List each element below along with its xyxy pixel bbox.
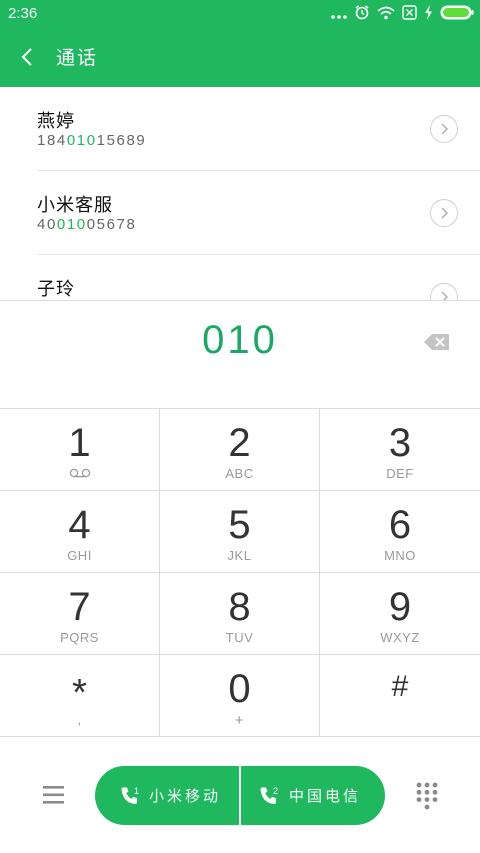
- contact-detail-button[interactable]: [430, 199, 458, 227]
- key-letters: PQRS: [60, 630, 99, 645]
- key-letters: TUV: [225, 630, 254, 645]
- key-3[interactable]: 3 DEF: [320, 409, 480, 491]
- key-digit: #: [391, 670, 409, 703]
- menu-icon: [43, 786, 64, 804]
- key-digit: 2: [228, 421, 251, 465]
- call-sim1-label: 小米移动: [149, 787, 222, 805]
- key-hash[interactable]: #: [320, 655, 480, 737]
- key-digit: 8: [228, 585, 251, 629]
- battery-icon: [440, 5, 474, 24]
- key-9[interactable]: 9 WXYZ: [320, 573, 480, 655]
- key-letters: JKL: [227, 548, 252, 563]
- call-sim2-button[interactable]: 2 中国电信: [241, 766, 385, 825]
- bottom-action-bar: 1 小米移动 2 中国电信: [0, 740, 480, 853]
- dialpad-toggle-button[interactable]: [416, 782, 438, 810]
- key-7[interactable]: 7 PQRS: [0, 573, 160, 655]
- chevron-right-icon: [441, 207, 448, 219]
- key-digit: *: [72, 672, 87, 714]
- number-match-highlight: 010: [56, 216, 87, 233]
- key-letters: GHI: [67, 548, 92, 563]
- contact-number: 18401015689: [37, 132, 147, 149]
- key-star[interactable]: * ,: [0, 655, 160, 737]
- backspace-button[interactable]: [423, 332, 451, 352]
- contact-result-row[interactable]: 小米客服 4001005678: [0, 171, 480, 255]
- key-digit: 7: [68, 585, 91, 629]
- chevron-right-icon: [441, 123, 448, 135]
- status-icons: [331, 4, 474, 24]
- key-4[interactable]: 4 GHI: [0, 491, 160, 573]
- key-digit: 9: [388, 585, 412, 629]
- dialpad-grid-icon: [416, 782, 438, 810]
- contact-name: 小米客服: [37, 195, 113, 216]
- svg-text:1: 1: [134, 786, 139, 796]
- more-dots-icon: [331, 5, 347, 24]
- voicemail-icon: [0, 466, 159, 481]
- key-digit: 3: [388, 421, 412, 465]
- dialed-number[interactable]: 010: [0, 318, 480, 363]
- dual-sim-call-button: 1 小米移动 2 中国电信: [95, 766, 385, 825]
- contact-name: 子玲: [37, 279, 75, 300]
- key-digit: 0: [228, 667, 251, 711]
- status-bar: 2:36: [0, 0, 480, 27]
- number-match-highlight: 010: [66, 132, 97, 149]
- back-button[interactable]: [16, 45, 40, 69]
- key-letters: ABC: [225, 466, 254, 481]
- contact-result-row[interactable]: 子玲: [0, 255, 480, 301]
- key-letters: DEF: [386, 466, 414, 481]
- key-2[interactable]: 2 ABC: [160, 409, 320, 491]
- call-sim2-label: 中国电信: [289, 787, 362, 805]
- wifi-icon: [377, 5, 395, 24]
- key-letters: ,: [77, 712, 82, 727]
- key-1[interactable]: 1: [0, 409, 160, 491]
- key-letters: +: [234, 712, 245, 729]
- no-sim-icon: [402, 4, 417, 24]
- dialed-number-area: 010: [0, 300, 480, 409]
- key-6[interactable]: 6 MNO: [320, 491, 480, 573]
- menu-button[interactable]: [40, 784, 68, 806]
- charging-icon: [424, 4, 433, 24]
- phone-sim2-icon: 2: [259, 786, 279, 806]
- chevron-left-icon: [21, 48, 32, 66]
- contact-result-row[interactable]: 燕婷 18401015689: [0, 87, 480, 171]
- key-letters: MNO: [384, 548, 416, 563]
- call-sim1-button[interactable]: 1 小米移动: [95, 766, 239, 825]
- key-8[interactable]: 8 TUV: [160, 573, 320, 655]
- contact-number: 4001005678: [37, 216, 137, 233]
- key-5[interactable]: 5 JKL: [160, 491, 320, 573]
- status-time: 2:36: [8, 5, 38, 22]
- key-digit: 4: [68, 503, 91, 547]
- key-letters: WXYZ: [380, 630, 420, 645]
- title-bar: 通话: [0, 27, 480, 87]
- contact-detail-button[interactable]: [430, 115, 458, 143]
- dial-keypad: 1 2 ABC 3 DEF 4 GHI 5 JKL 6 MNO 7 PQRS 8…: [0, 408, 480, 741]
- key-0[interactable]: 0 +: [160, 655, 320, 737]
- contact-results-list[interactable]: 燕婷 18401015689 小米客服 4001005678 子玲: [0, 87, 480, 301]
- key-digit: 6: [388, 503, 412, 547]
- backspace-icon: [424, 334, 449, 350]
- alarm-icon: [354, 4, 370, 24]
- phone-sim1-icon: 1: [120, 786, 140, 806]
- contact-name: 燕婷: [37, 111, 75, 132]
- svg-text:2: 2: [273, 786, 278, 796]
- contact-detail-button[interactable]: [430, 283, 458, 301]
- key-digit: 5: [228, 503, 251, 547]
- page-title: 通话: [56, 47, 99, 69]
- key-digit: 1: [68, 421, 91, 465]
